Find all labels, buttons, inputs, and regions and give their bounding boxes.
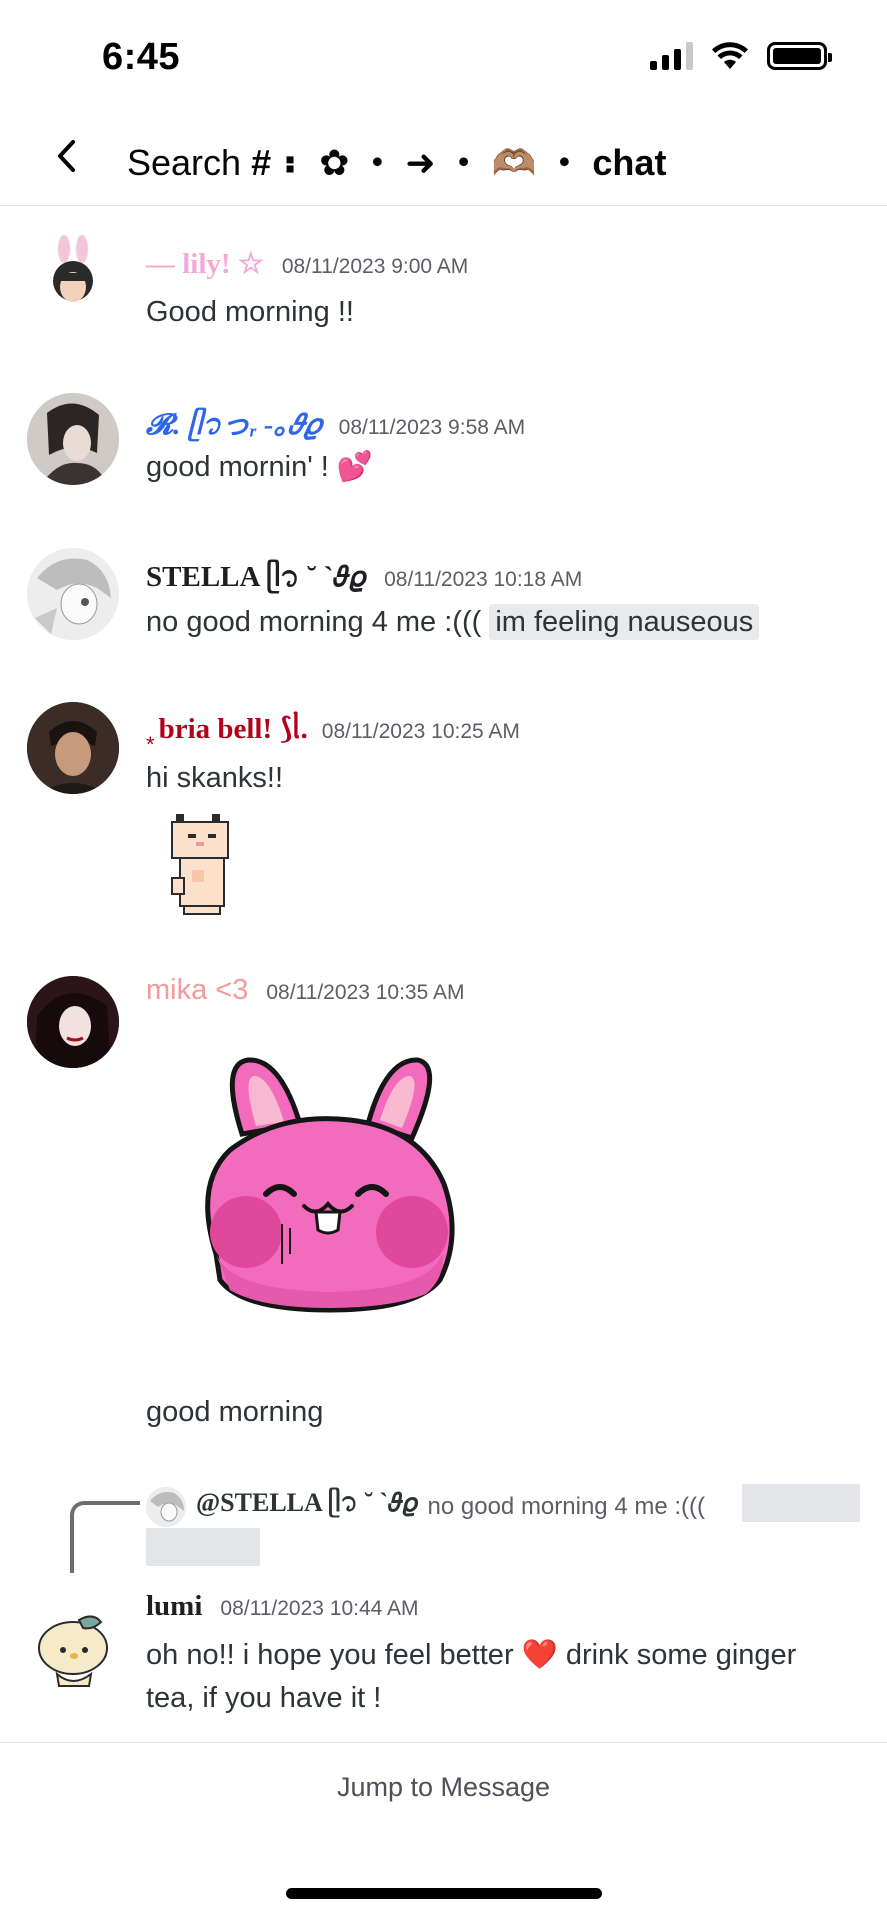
status-icons — [650, 42, 832, 70]
username[interactable]: bria bell! ⟆ᥣ. — [159, 711, 308, 746]
timestamp: 08/11/2023 9:00 AM — [281, 255, 469, 278]
avatar[interactable] — [27, 1600, 119, 1692]
home-indicator[interactable] — [286, 1888, 602, 1899]
timestamp: 08/11/2023 10:35 AM — [266, 981, 465, 1004]
chevron-left-icon — [58, 140, 75, 172]
reply-spoiler-block[interactable] — [742, 1484, 860, 1522]
username[interactable]: lumi — [146, 1590, 202, 1623]
timestamp: 08/11/2023 9:58 AM — [338, 416, 526, 439]
message-text: tea, if you have it ! — [146, 1682, 382, 1714]
message-text: good morning — [146, 1396, 324, 1428]
username-prefix: * — [146, 732, 155, 757]
timestamp: 08/11/2023 10:44 AM — [220, 1597, 419, 1620]
jump-to-message-button[interactable]: Jump to Message — [337, 1772, 550, 1803]
message-text: good mornin' ! 💕 — [146, 451, 374, 483]
channel-name: # ⠆ ✿ ・ ➜ ・ 🫶🏽 ・ chat — [251, 142, 667, 183]
header-title: Search # ⠆ ✿ ・ ➜ ・ 🫶🏽 ・ chat — [127, 134, 666, 186]
reply-connector — [70, 1501, 140, 1573]
username[interactable]: mika <3 — [146, 974, 248, 1007]
status-bar: 6:45 — [0, 0, 887, 110]
reply-spoiler-block[interactable] — [146, 1528, 260, 1566]
message-text: hi skanks!! — [146, 762, 283, 794]
status-time: 6:45 — [102, 36, 181, 78]
reply-username: @STELLA ᥫ᭡ ˘ ˋ𝜗𝜚 — [196, 1488, 418, 1517]
reply-text: no good morning 4 me :((( — [427, 1492, 705, 1520]
bunny-sticker[interactable] — [190, 1054, 466, 1316]
timestamp: 08/11/2023 10:18 AM — [384, 568, 583, 591]
cat-sticker[interactable] — [160, 810, 240, 922]
avatar[interactable] — [27, 548, 119, 640]
reply-avatar — [146, 1486, 186, 1527]
timestamp: 08/11/2023 10:25 AM — [321, 720, 520, 743]
username[interactable]: — lily! ☆ — [146, 246, 264, 281]
spoiler-text[interactable]: im feeling nauseous — [489, 604, 760, 640]
header-title-prefix: Search — [127, 142, 242, 183]
username[interactable]: 𝓡. ᥫ᭡っᵣ -｡𝜗𝜚 — [146, 401, 321, 456]
message-text: Good morning !! — [146, 296, 354, 328]
avatar[interactable] — [27, 702, 119, 794]
wifi-icon — [712, 42, 748, 69]
reply-preview[interactable]: @STELLA ᥫ᭡ ˘ ˋ𝜗𝜚 no good morning 4 me :(… — [146, 1483, 705, 1530]
message-text: oh no!! i hope you feel better ❤️ drink … — [146, 1639, 797, 1671]
cellular-signal-icon — [650, 42, 693, 70]
avatar[interactable] — [27, 393, 119, 485]
jump-to-message-bar: Jump to Message — [0, 1742, 887, 1832]
battery-icon — [767, 42, 832, 70]
message-text-plain: no good morning 4 me :((( — [146, 606, 482, 638]
username[interactable]: STELLA ᥫ᭡ ˘ ˋ𝜗𝜚 — [146, 556, 366, 608]
message-text: no good morning 4 me :((( im feeling nau… — [146, 604, 760, 640]
avatar[interactable] — [27, 231, 119, 323]
back-button[interactable] — [44, 134, 88, 178]
avatar[interactable] — [27, 976, 119, 1068]
search-header: Search # ⠆ ✿ ・ ➜ ・ 🫶🏽 ・ chat — [0, 110, 887, 206]
